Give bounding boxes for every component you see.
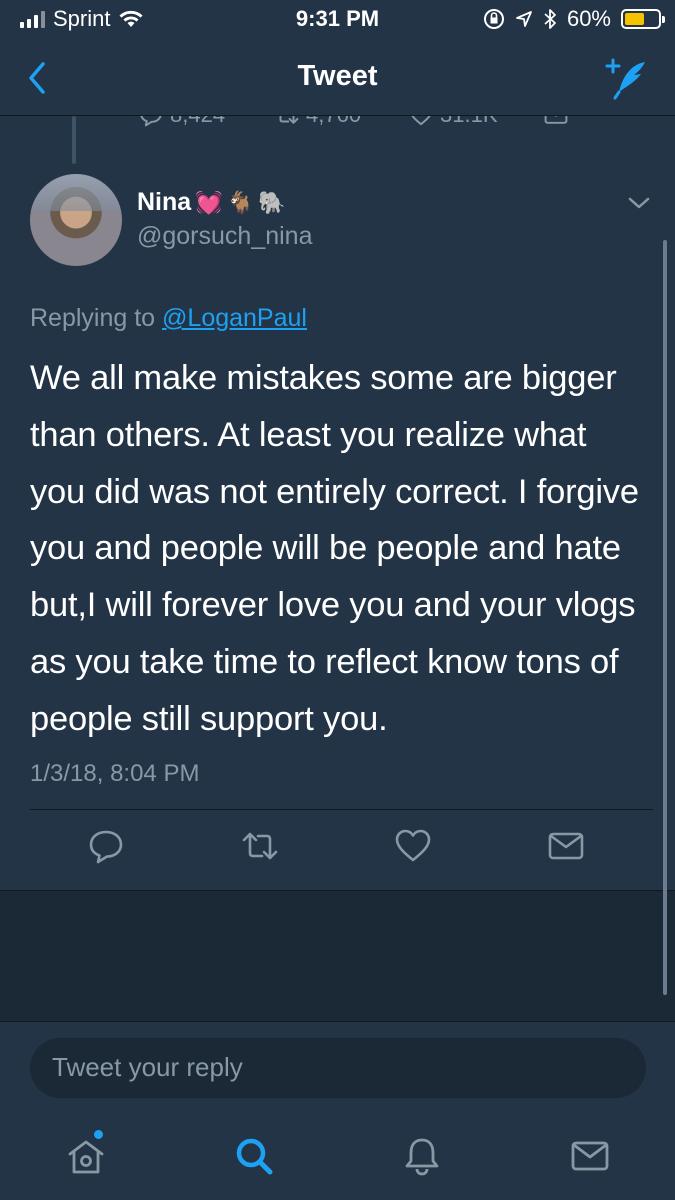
user-name-text: Nina	[137, 188, 192, 216]
battery-icon	[621, 9, 665, 29]
bluetooth-icon	[544, 9, 556, 29]
previous-mail-action[interactable]	[542, 116, 570, 128]
status-bar: Sprint 9:31 PM 60%	[0, 0, 675, 40]
orientation-lock-icon	[483, 9, 504, 29]
mail-icon[interactable]	[568, 1134, 612, 1178]
mail-icon	[544, 116, 568, 124]
previous-retweet-count[interactable]: 4,760	[274, 116, 361, 128]
user-handle[interactable]: @gorsuch_nina	[137, 222, 313, 251]
system-indicators: 60%	[483, 6, 665, 32]
replying-to-link[interactable]: @LoganPaul	[162, 304, 307, 332]
tweet-timestamp: 1/3/18, 8:04 PM	[30, 760, 200, 787]
scrollbar[interactable]	[663, 240, 667, 995]
previous-reply-count[interactable]: 8,424	[138, 116, 225, 128]
battery-percent: 60%	[566, 6, 611, 31]
battery-level	[625, 13, 645, 25]
retweet-icon[interactable]	[240, 826, 280, 866]
page-title: Tweet	[297, 60, 378, 92]
reply-icon[interactable]	[86, 826, 126, 866]
reply-icon	[140, 116, 162, 127]
bell-icon[interactable]	[400, 1134, 444, 1178]
name-emoji: 🐘	[258, 189, 286, 215]
replying-to-prefix: Replying to	[30, 304, 156, 332]
chevron-down-icon[interactable]	[627, 194, 651, 212]
reply-count: 8,424	[170, 116, 225, 128]
previous-like-count[interactable]: 31.1K	[408, 116, 498, 128]
tweet-actions	[0, 826, 675, 876]
avatar[interactable]	[30, 174, 122, 266]
search-icon[interactable]	[232, 1134, 276, 1178]
previous-tweet-actions: 8,424 4,760 31.1K	[0, 116, 675, 138]
tab-bar	[0, 1116, 675, 1200]
heart-icon	[411, 116, 431, 126]
reply-bar: Tweet your reply	[0, 1021, 675, 1116]
mail-icon[interactable]	[546, 826, 586, 866]
tweet-text: We all make mistakes some are bigger tha…	[30, 359, 639, 738]
home-notification-dot	[94, 1130, 103, 1139]
like-count: 31.1K	[440, 116, 498, 128]
retweet-count: 4,760	[306, 116, 361, 128]
compose-tweet-icon[interactable]	[605, 56, 649, 100]
thread-line	[72, 116, 76, 164]
replying-to: Replying to @LoganPaul	[30, 304, 307, 333]
tweet-detail: Nina 💓 🐐 🐘 @gorsuch_nina Replying to @Lo…	[0, 116, 675, 891]
reply-input[interactable]: Tweet your reply	[30, 1038, 646, 1098]
retweet-icon	[279, 116, 299, 124]
name-emoji: 💓	[195, 189, 223, 215]
location-icon	[516, 11, 532, 27]
nav-bar: Tweet	[0, 40, 675, 116]
user-display-name[interactable]: Nina 💓 🐐 🐘	[137, 188, 285, 217]
divider	[30, 809, 653, 810]
heart-icon[interactable]	[393, 826, 433, 866]
home-icon[interactable]	[64, 1134, 108, 1178]
name-emoji: 🐐	[226, 189, 254, 215]
empty-replies-area	[0, 891, 675, 1021]
